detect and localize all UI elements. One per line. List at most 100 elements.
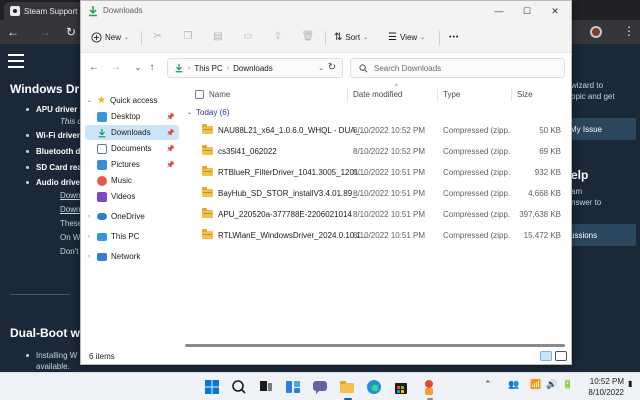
- bullet-icon: [26, 150, 29, 153]
- sidebar-text: nswer to: [571, 198, 602, 207]
- table-row[interactable]: cs35l41_062022 8/10/2022 10:52 PM Compre…: [181, 143, 571, 161]
- file-explorer-icon[interactable]: [338, 378, 356, 396]
- file-date: 8/10/2022 10:51 PM: [353, 189, 426, 198]
- task-view-icon[interactable]: [257, 378, 275, 396]
- search-input[interactable]: [374, 63, 544, 73]
- browser-forward-icon[interactable]: →: [36, 20, 54, 44]
- app-icon[interactable]: [420, 378, 438, 396]
- system-clock[interactable]: 10:52 PM 8/10/2022: [580, 376, 624, 398]
- search-box[interactable]: [350, 58, 565, 78]
- group-header-today[interactable]: ⌄ Today (6): [187, 108, 229, 117]
- chevron-down-icon[interactable]: ⌄: [318, 64, 324, 72]
- nav-label: Desktop: [111, 112, 141, 121]
- network-icon: [97, 252, 107, 261]
- delete-icon[interactable]: 🗑: [301, 30, 315, 44]
- browser-reload-icon[interactable]: ↻: [62, 20, 80, 44]
- up-arrow-icon[interactable]: ↑: [145, 61, 159, 75]
- list-item: Wi-Fi driver: [36, 131, 80, 140]
- zip-folder-icon: [202, 145, 213, 155]
- downloads-icon: [175, 63, 183, 73]
- nav-desktop[interactable]: Desktop 📌: [85, 109, 179, 124]
- refresh-icon[interactable]: ↻: [325, 61, 339, 75]
- file-type: Compressed (zipp...: [443, 231, 511, 240]
- nav-music[interactable]: Music: [85, 173, 179, 188]
- chevron-right-icon: ›: [88, 253, 90, 260]
- scrollbar-thumb[interactable]: [185, 344, 565, 347]
- zip-folder-icon: [202, 187, 213, 197]
- my-issue-button[interactable]: My Issue: [566, 118, 636, 140]
- edge-icon[interactable]: [365, 378, 383, 396]
- chat-icon[interactable]: [311, 378, 329, 396]
- cut-icon[interactable]: ✂: [151, 30, 165, 44]
- back-arrow-icon[interactable]: ←: [87, 61, 101, 75]
- table-row[interactable]: RTBlueR_FilterDriver_1041.3005_1201... 8…: [181, 164, 571, 182]
- table-row[interactable]: APU_220520a-377788E-2206021014 8/10/2022…: [181, 206, 571, 224]
- minimize-button[interactable]: —: [485, 1, 513, 21]
- chevron-down-icon: ⌄: [187, 110, 193, 116]
- chevron-up-icon[interactable]: ⌃: [484, 379, 492, 390]
- browser-menu-icon[interactable]: ⋮: [623, 24, 635, 38]
- title-bar[interactable]: Downloads — ☐ ✕: [81, 1, 571, 21]
- people-icon[interactable]: 👥: [508, 379, 519, 390]
- download-link[interactable]: Down: [60, 205, 80, 214]
- sort-up-icon: ^: [395, 84, 398, 90]
- store-icon[interactable]: [392, 378, 410, 396]
- window-title: Downloads: [103, 6, 143, 15]
- table-row[interactable]: NAU88L21_x64_1.0.6.0_WHQL - DUA_... 8/10…: [181, 122, 571, 140]
- group-label: Today (6): [196, 108, 230, 117]
- paste-icon[interactable]: ▤: [211, 30, 225, 44]
- search-icon[interactable]: [230, 378, 248, 396]
- sort-button[interactable]: ⇅ Sort ⌄: [334, 27, 368, 47]
- more-options-icon[interactable]: •••: [449, 27, 459, 47]
- share-icon[interactable]: ⇪: [271, 30, 285, 44]
- nav-label: Videos: [111, 192, 136, 201]
- column-divider[interactable]: [511, 88, 512, 102]
- breadcrumb-this-pc[interactable]: This PC: [194, 64, 222, 73]
- column-header-name[interactable]: Name: [209, 83, 230, 105]
- tiles-view-icon[interactable]: [555, 351, 567, 361]
- view-button[interactable]: ☰ View ⌄: [388, 27, 425, 47]
- select-all-checkbox[interactable]: [195, 90, 204, 99]
- column-divider[interactable]: [437, 88, 438, 102]
- bullet-icon: [26, 181, 29, 184]
- column-header-size[interactable]: Size: [517, 83, 533, 105]
- nav-this-pc[interactable]: › This PC: [85, 229, 179, 244]
- browser-tab-steam[interactable]: Steam Support: [4, 2, 84, 20]
- details-view-icon[interactable]: [540, 351, 552, 361]
- new-button[interactable]: New ⌄: [91, 27, 129, 47]
- nav-network[interactable]: › Network: [85, 249, 179, 264]
- discussions-button[interactable]: ussions: [566, 224, 636, 246]
- hamburger-menu-icon[interactable]: [8, 54, 24, 68]
- recent-locations-icon[interactable]: ⌄: [131, 61, 145, 75]
- download-link[interactable]: Down: [60, 191, 80, 200]
- nav-documents[interactable]: Documents 📌: [85, 141, 179, 156]
- forward-arrow-icon[interactable]: →: [109, 61, 123, 75]
- close-button[interactable]: ✕: [541, 1, 569, 21]
- nav-onedrive[interactable]: › OneDrive: [85, 209, 179, 224]
- table-row[interactable]: BayHub_SD_STOR_installV3.4.01.89_W... 8/…: [181, 185, 571, 203]
- column-header-type[interactable]: Type: [443, 83, 460, 105]
- nav-pictures[interactable]: Pictures 📌: [85, 157, 179, 172]
- browser-back-icon[interactable]: ←: [4, 20, 22, 44]
- sort-label: Sort: [345, 32, 361, 42]
- column-divider[interactable]: [347, 88, 348, 102]
- divider: [439, 31, 440, 45]
- file-date: 8/10/2022 10:51 PM: [353, 231, 426, 240]
- page-heading-dual-boot: Dual-Boot wi: [10, 326, 84, 340]
- breadcrumb-downloads[interactable]: Downloads: [233, 64, 273, 73]
- rename-icon[interactable]: ▭: [241, 30, 255, 44]
- notification-icon[interactable]: ▮: [628, 379, 632, 388]
- maximize-button[interactable]: ☐: [513, 1, 541, 21]
- address-bar[interactable]: › This PC › Downloads ⌄: [167, 58, 343, 78]
- nav-videos[interactable]: Videos: [85, 189, 179, 204]
- battery-icon[interactable]: 🔋: [562, 379, 573, 390]
- copy-icon[interactable]: ❐: [181, 30, 195, 44]
- nav-downloads[interactable]: Downloads 📌: [85, 125, 179, 140]
- windows-start-icon[interactable]: [203, 378, 221, 396]
- nav-quick-access[interactable]: ⌄ ★ Quick access: [85, 93, 179, 108]
- widgets-icon[interactable]: [284, 378, 302, 396]
- table-row[interactable]: RTLWlanE_WindowsDriver_2024.0.10.1... 8/…: [181, 227, 571, 245]
- volume-icon[interactable]: 🔊: [546, 379, 557, 390]
- profile-avatar-icon[interactable]: [590, 26, 602, 38]
- wifi-icon[interactable]: 📶: [530, 379, 541, 390]
